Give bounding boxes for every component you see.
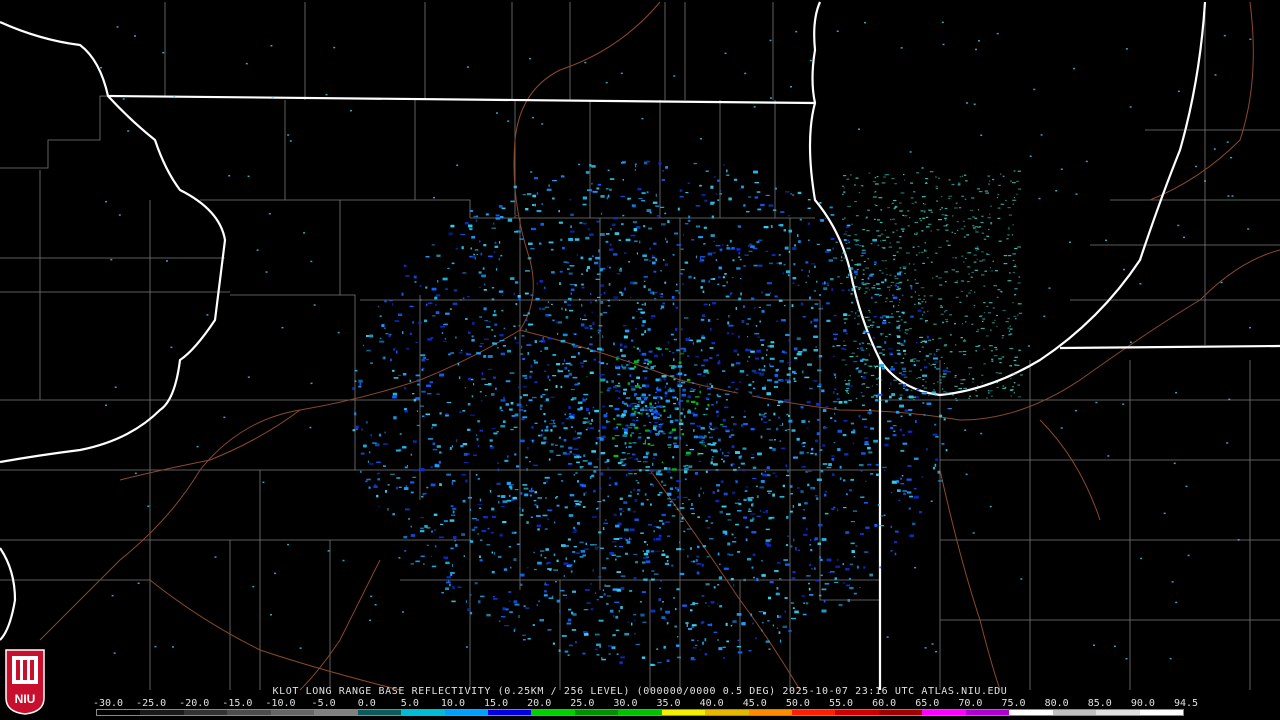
colorbar-segment bbox=[705, 710, 749, 715]
colorbar-label: 65.0 bbox=[915, 698, 940, 709]
colorbar-segment bbox=[314, 710, 358, 715]
colorbar-segment bbox=[965, 710, 1010, 715]
colorbar-label: 5.0 bbox=[400, 698, 419, 709]
colorbar-label: 90.0 bbox=[1130, 698, 1155, 709]
colorbar-label: 20.0 bbox=[527, 698, 552, 709]
colorbar-label: 10.0 bbox=[440, 698, 465, 709]
colorbar-label: 50.0 bbox=[785, 698, 810, 709]
niu-logo: NIU bbox=[5, 649, 45, 715]
colorbar-segment bbox=[270, 710, 315, 715]
colorbar-label: 30.0 bbox=[613, 698, 638, 709]
colorbar-label: 85.0 bbox=[1087, 698, 1112, 709]
colorbar-segment bbox=[227, 710, 271, 715]
colorbar-label: 60.0 bbox=[872, 698, 897, 709]
colorbar-segment bbox=[444, 710, 488, 715]
colorbar-label: -30.0 bbox=[92, 698, 124, 709]
colorbar-label: 25.0 bbox=[570, 698, 595, 709]
colorbar-label: -25.0 bbox=[136, 698, 167, 709]
colorbar-segment bbox=[922, 710, 966, 715]
colorbar-segment bbox=[792, 710, 836, 715]
colorbar-label: 55.0 bbox=[828, 698, 854, 709]
colorbar-label: 15.0 bbox=[484, 698, 509, 709]
colorbar-segment bbox=[661, 710, 706, 715]
colorbar-segment bbox=[183, 710, 228, 715]
colorbar-segment bbox=[140, 710, 184, 715]
radar-map bbox=[0, 0, 1280, 720]
colorbar-label: 35.0 bbox=[656, 698, 681, 709]
colorbar-label: 94.5 bbox=[1173, 698, 1199, 709]
colorbar-segment bbox=[1096, 710, 1140, 715]
colorbar-label: 40.0 bbox=[699, 698, 724, 709]
colorbar-segment bbox=[1052, 710, 1097, 715]
colorbar bbox=[96, 709, 1184, 716]
colorbar-segment bbox=[1139, 710, 1183, 715]
colorbar-label: 45.0 bbox=[742, 698, 767, 709]
colorbar-segment bbox=[618, 710, 662, 715]
colorbar-label: -15.0 bbox=[222, 698, 253, 709]
colorbar-segment bbox=[357, 710, 402, 715]
colorbar-label: -5.0 bbox=[311, 698, 336, 709]
colorbar-label: -20.0 bbox=[179, 698, 210, 709]
colorbar-segment bbox=[531, 710, 575, 715]
radar-site bbox=[735, 391, 753, 409]
colorbar-label: 0.0 bbox=[357, 698, 376, 709]
colorbar-segment bbox=[835, 710, 879, 715]
colorbar-segment bbox=[748, 710, 792, 715]
colorbar-label: 75.0 bbox=[1001, 698, 1026, 709]
colorbar-segment bbox=[97, 710, 141, 715]
colorbar-label: -10.0 bbox=[265, 698, 296, 709]
colorbar-segment bbox=[574, 710, 619, 715]
colorbar-segment bbox=[1009, 710, 1053, 715]
colorbar-label: 70.0 bbox=[958, 698, 983, 709]
colorbar-segment bbox=[401, 710, 445, 715]
colorbar-segment bbox=[487, 710, 532, 715]
colorbar-label: 80.0 bbox=[1044, 698, 1069, 709]
colorbar-segment bbox=[878, 710, 923, 715]
product-caption: KLOT LONG RANGE BASE REFLECTIVITY (0.25K… bbox=[272, 686, 1008, 697]
